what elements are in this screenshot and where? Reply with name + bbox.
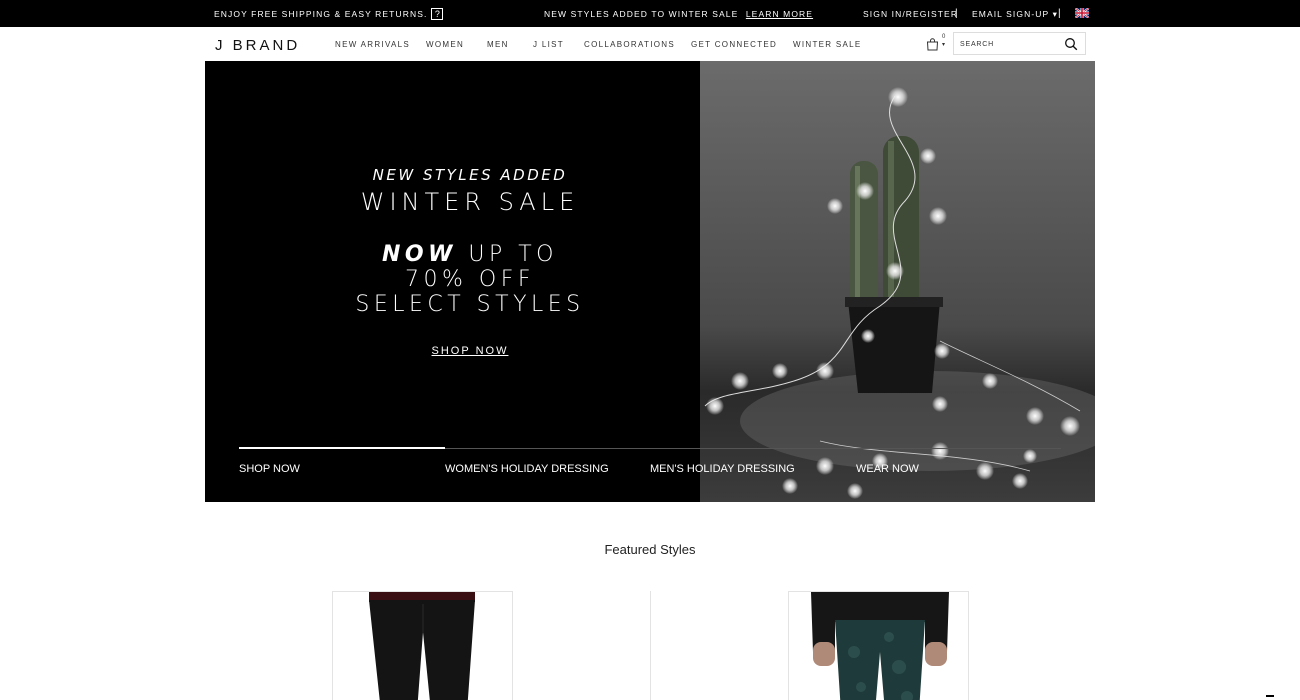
promo-text: NEW STYLES ADDED TO WINTER SALE — [544, 9, 739, 19]
nav-item-collaborations[interactable]: COLLABORATIONS — [584, 40, 675, 49]
hero-offer-line2: 70% OFF — [404, 267, 536, 292]
featured-styles-heading: Featured Styles — [604, 542, 696, 557]
nav-item-get-connected[interactable]: GET CONNECTED — [691, 40, 777, 49]
slide-tab-mens-holiday-dressing[interactable]: MEN'S HOLIDAY DRESSING — [650, 463, 795, 475]
chevron-down-icon: ▾ — [942, 42, 946, 48]
search-box — [953, 32, 1086, 55]
shopping-bag-icon — [926, 38, 939, 51]
nav-item-men[interactable]: MEN — [487, 40, 509, 49]
hero-offer-emphasis: NOW — [381, 242, 457, 267]
shipping-text: ENJOY FREE SHIPPING & EASY RETURNS. — [214, 9, 428, 19]
promo-message: NEW STYLES ADDED TO WINTER SALE LEARN MO… — [544, 9, 813, 19]
search-input[interactable] — [960, 37, 1060, 51]
hero-banner[interactable]: NEW STYLES ADDED WINTER SALE NOW UP TO 7… — [205, 61, 1095, 502]
hero-offer-line3: SELECT STYLES — [355, 292, 585, 317]
brand-logo[interactable]: J BRAND — [215, 37, 300, 54]
nav-item-j-list[interactable]: J LIST — [533, 40, 564, 49]
separator: | — [955, 8, 959, 19]
hero-kicker: NEW STYLES ADDED — [372, 166, 568, 184]
help-icon[interactable]: ? — [431, 8, 444, 20]
hero-title: WINTER SALE — [360, 188, 580, 216]
hero-offer-line1: UP TO — [456, 242, 558, 267]
cactus-lights-image — [700, 61, 1095, 502]
nav-item-winter-sale[interactable]: WINTER SALE — [793, 40, 862, 49]
main-navigation: J BRAND NEW ARRIVALS WOMEN MEN J LIST CO… — [0, 27, 1300, 61]
nav-item-new-arrivals[interactable]: NEW ARRIVALS — [335, 40, 410, 49]
email-signup-dropdown[interactable]: EMAIL SIGN-UP ▾ — [972, 9, 1058, 20]
separator: | — [1058, 8, 1062, 19]
uk-flag-icon[interactable] — [1075, 8, 1089, 18]
slide-tab-womens-holiday-dressing[interactable]: WOMEN'S HOLIDAY DRESSING — [445, 463, 609, 475]
cart-button[interactable]: 0 ▾ — [926, 34, 948, 52]
hero-copy: NEW STYLES ADDED WINTER SALE NOW UP TO 7… — [325, 166, 615, 359]
divider — [1266, 695, 1274, 697]
slider-active-indicator — [239, 447, 445, 449]
slide-tab-wear-now[interactable]: WEAR NOW — [856, 463, 919, 475]
cart-count: 0 — [942, 34, 946, 40]
shipping-message: ENJOY FREE SHIPPING & EASY RETURNS. ? — [214, 8, 444, 20]
hero-shop-now-link[interactable]: SHOP NOW — [432, 345, 509, 357]
divider — [650, 591, 651, 700]
learn-more-link[interactable]: LEARN MORE — [746, 9, 813, 19]
black-jeans-image — [369, 592, 475, 700]
product-card[interactable] — [332, 591, 513, 700]
promo-bar: ENJOY FREE SHIPPING & EASY RETURNS. ? NE… — [0, 0, 1300, 27]
sign-in-register-link[interactable]: SIGN IN/REGISTER — [863, 9, 958, 19]
nav-item-women[interactable]: WOMEN — [426, 40, 464, 49]
hero-offer: NOW UP TO 70% OFF SELECT STYLES — [325, 242, 615, 317]
product-card[interactable] — [788, 591, 969, 700]
slide-tab-shop-now[interactable]: SHOP NOW — [239, 463, 300, 475]
mens-camo-jeans-image — [811, 592, 949, 700]
search-icon[interactable] — [1064, 37, 1078, 51]
